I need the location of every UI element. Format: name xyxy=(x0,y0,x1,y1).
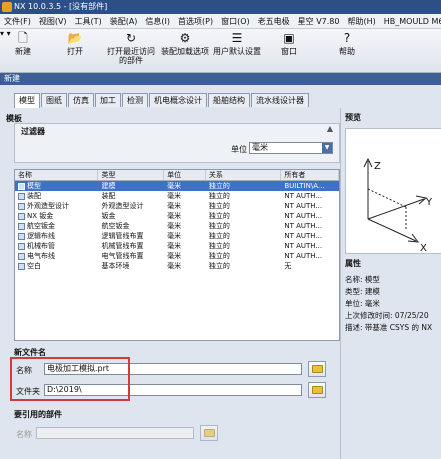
tab-simulation[interactable]: 仿真 xyxy=(68,93,94,107)
folder-icon xyxy=(204,429,215,437)
chevron-down-icon: ▼ xyxy=(322,143,332,153)
preview-panel: 预览 Z Y X 属性 名称: 模型 类型: 建模 单位: 毫米 上次修改时间:… xyxy=(340,108,441,459)
table-row[interactable]: 外观造型设计 外观造型设计 毫米 独立的 NT AUTH... xyxy=(15,201,339,211)
tab-model[interactable]: 模型 xyxy=(14,93,40,108)
new-file-name-header: 新文件名 xyxy=(14,348,46,357)
window-icon: ▣ xyxy=(283,31,295,45)
open-folder-icon: 📂 xyxy=(67,31,83,45)
tab-line-designer[interactable]: 流水线设计器 xyxy=(251,93,309,107)
help-button[interactable]: ? 帮助 xyxy=(334,31,360,56)
unit-label: 单位 xyxy=(231,145,247,154)
blank-template-icon xyxy=(18,262,25,270)
open-recent-button[interactable]: ↻ 打开最近访问的部件 xyxy=(104,31,158,65)
name-label: 名称 xyxy=(16,366,32,375)
menu-assembly[interactable]: 装配(A) xyxy=(106,16,142,27)
col-type-header[interactable]: 类型 xyxy=(98,170,165,180)
open-button[interactable]: 📂 打开 xyxy=(62,31,88,56)
menu-window[interactable]: 窗口(O) xyxy=(217,16,254,27)
sheet-metal-template-icon xyxy=(18,212,25,220)
tab-manufacturing[interactable]: 加工 xyxy=(95,93,121,107)
col-unit-header[interactable]: 单位 xyxy=(164,170,206,180)
new-file-icon: 🗋 xyxy=(18,31,28,45)
table-row[interactable]: 空白 基本环境 毫米 独立的 无 xyxy=(15,261,339,271)
preview-header: 预览 xyxy=(345,113,361,122)
model-template-icon xyxy=(18,182,25,190)
menu-file[interactable]: 文件(F) xyxy=(0,16,35,27)
tab-mechatronics[interactable]: 机电概念设计 xyxy=(149,93,207,107)
ref-name-label: 名称 xyxy=(16,430,32,439)
table-row[interactable]: 机械布管 机械管线布置 毫米 独立的 NT AUTH... xyxy=(15,241,339,251)
referenced-part-header: 要引用的部件 xyxy=(14,410,62,419)
assembly-template-icon xyxy=(18,192,25,200)
electrical-routing-template-icon xyxy=(18,252,25,260)
menu-info[interactable]: 信息(I) xyxy=(141,16,174,27)
filter-title: 过滤器 xyxy=(21,127,45,136)
tab-inspection[interactable]: 检测 xyxy=(122,93,148,107)
template-table: 名称 类型 单位 关系 所有者 模型 建模 毫米 独立的 BUILTIN\A..… xyxy=(14,169,340,341)
nx-logo-icon xyxy=(2,2,12,12)
filter-group: 过滤器 ▲ 单位 毫米 ▼ xyxy=(14,123,340,163)
table-row[interactable]: NX 钣金 钣金 毫米 独立的 NT AUTH... xyxy=(15,211,339,221)
prop-last-modified: 上次修改时间: 07/25/20 xyxy=(345,311,429,320)
recent-parts-icon: ↻ xyxy=(125,31,137,45)
col-relation-header[interactable]: 关系 xyxy=(206,170,282,180)
help-icon: ? xyxy=(343,31,351,45)
template-tabs: 模型 图纸 仿真 加工 检测 机电概念设计 船舶结构 流水线设计器 xyxy=(14,93,310,108)
window-dropdown-arrow-icon[interactable]: ▾ xyxy=(0,29,4,38)
prop-type: 类型: 建模 xyxy=(345,287,380,296)
name-browse-button[interactable] xyxy=(308,361,326,377)
window-titlebar: NX 10.0.3.5 - [没有部件] xyxy=(0,0,441,14)
folder-path-input[interactable]: D:\2019\ xyxy=(44,384,302,396)
aero-sheet-metal-template-icon xyxy=(18,222,25,230)
dialog-titlebar: 新建 xyxy=(0,73,441,85)
properties-header: 属性 xyxy=(345,259,361,268)
svg-text:Z: Z xyxy=(374,161,381,172)
user-defaults-button[interactable]: ☰ 用户默认设置 xyxy=(212,31,262,56)
csys-axes-graphic: Z Y X xyxy=(363,157,433,254)
menu-hb-mould[interactable]: HB_MOULD M6.6 xyxy=(380,17,441,26)
window-title: NX 10.0.3.5 - [没有部件] xyxy=(14,2,108,11)
new-button[interactable]: 🗋 新建 xyxy=(10,31,36,56)
logical-routing-template-icon xyxy=(18,232,25,240)
table-row[interactable]: 逻辑布线 逻辑管线布置 毫米 独立的 NT AUTH... xyxy=(15,231,339,241)
table-row[interactable]: 装配 装配 毫米 独立的 NT AUTH... xyxy=(15,191,339,201)
tab-drawing[interactable]: 图纸 xyxy=(41,93,67,107)
prop-unit: 单位: 毫米 xyxy=(345,299,380,308)
ref-browse-button xyxy=(200,425,218,441)
filter-collapse-icon[interactable]: ▲ xyxy=(327,124,333,133)
file-name-input[interactable]: 电极加工模拟.prt xyxy=(44,363,302,375)
prop-name: 名称: 模型 xyxy=(345,275,380,284)
table-row[interactable]: 模型 建模 毫米 独立的 BUILTIN\A... xyxy=(15,181,339,191)
svg-text:X: X xyxy=(420,243,427,254)
prop-description: 描述: 带基准 CSYS 的 NX xyxy=(345,323,433,332)
folder-icon xyxy=(312,386,323,394)
table-row[interactable]: 电气布线 电气管线布置 毫米 独立的 NT AUTH... xyxy=(15,251,339,261)
shape-studio-template-icon xyxy=(18,202,25,210)
preview-canvas: Z Y X xyxy=(345,128,441,254)
menu-bar: 文件(F) 视图(V) 工具(T) 装配(A) 信息(I) 首选项(P) 窗口(… xyxy=(0,14,441,29)
tab-ship-structure[interactable]: 船舶结构 xyxy=(208,93,250,107)
assembly-load-icon: ⚙ xyxy=(179,31,191,45)
folder-browse-button[interactable] xyxy=(308,382,326,398)
menu-xingkong[interactable]: 星空 V7.80 xyxy=(294,16,344,27)
folder-icon xyxy=(312,365,323,373)
table-row[interactable]: 航空钣金 航空钣金 毫米 独立的 NT AUTH... xyxy=(15,221,339,231)
col-owner-header[interactable]: 所有者 xyxy=(281,170,339,180)
menu-preferences[interactable]: 首选项(P) xyxy=(174,16,217,27)
window-button[interactable]: ▣ 窗口 xyxy=(276,31,302,56)
table-header: 名称 类型 单位 关系 所有者 xyxy=(15,170,339,181)
svg-text:Y: Y xyxy=(425,197,433,208)
folder-label: 文件夹 xyxy=(16,387,40,396)
menu-tools[interactable]: 工具(T) xyxy=(71,16,106,27)
assembly-load-options-button[interactable]: ⚙ 装配加载选项 xyxy=(160,31,210,56)
user-defaults-icon: ☰ xyxy=(231,31,243,45)
menu-laowu[interactable]: 老五电极 xyxy=(254,16,294,27)
ref-part-input xyxy=(36,427,194,439)
col-name-header[interactable]: 名称 xyxy=(15,170,99,180)
mechanical-routing-template-icon xyxy=(18,242,25,250)
unit-select[interactable]: 毫米 ▼ xyxy=(249,142,333,154)
menu-view[interactable]: 视图(V) xyxy=(35,16,71,27)
menu-help[interactable]: 帮助(H) xyxy=(343,16,379,27)
main-toolbar: 🗋 新建 📂 打开 ↻ 打开最近访问的部件 ⚙ 装配加载选项 ☰ 用户默认设置 … xyxy=(0,29,441,73)
